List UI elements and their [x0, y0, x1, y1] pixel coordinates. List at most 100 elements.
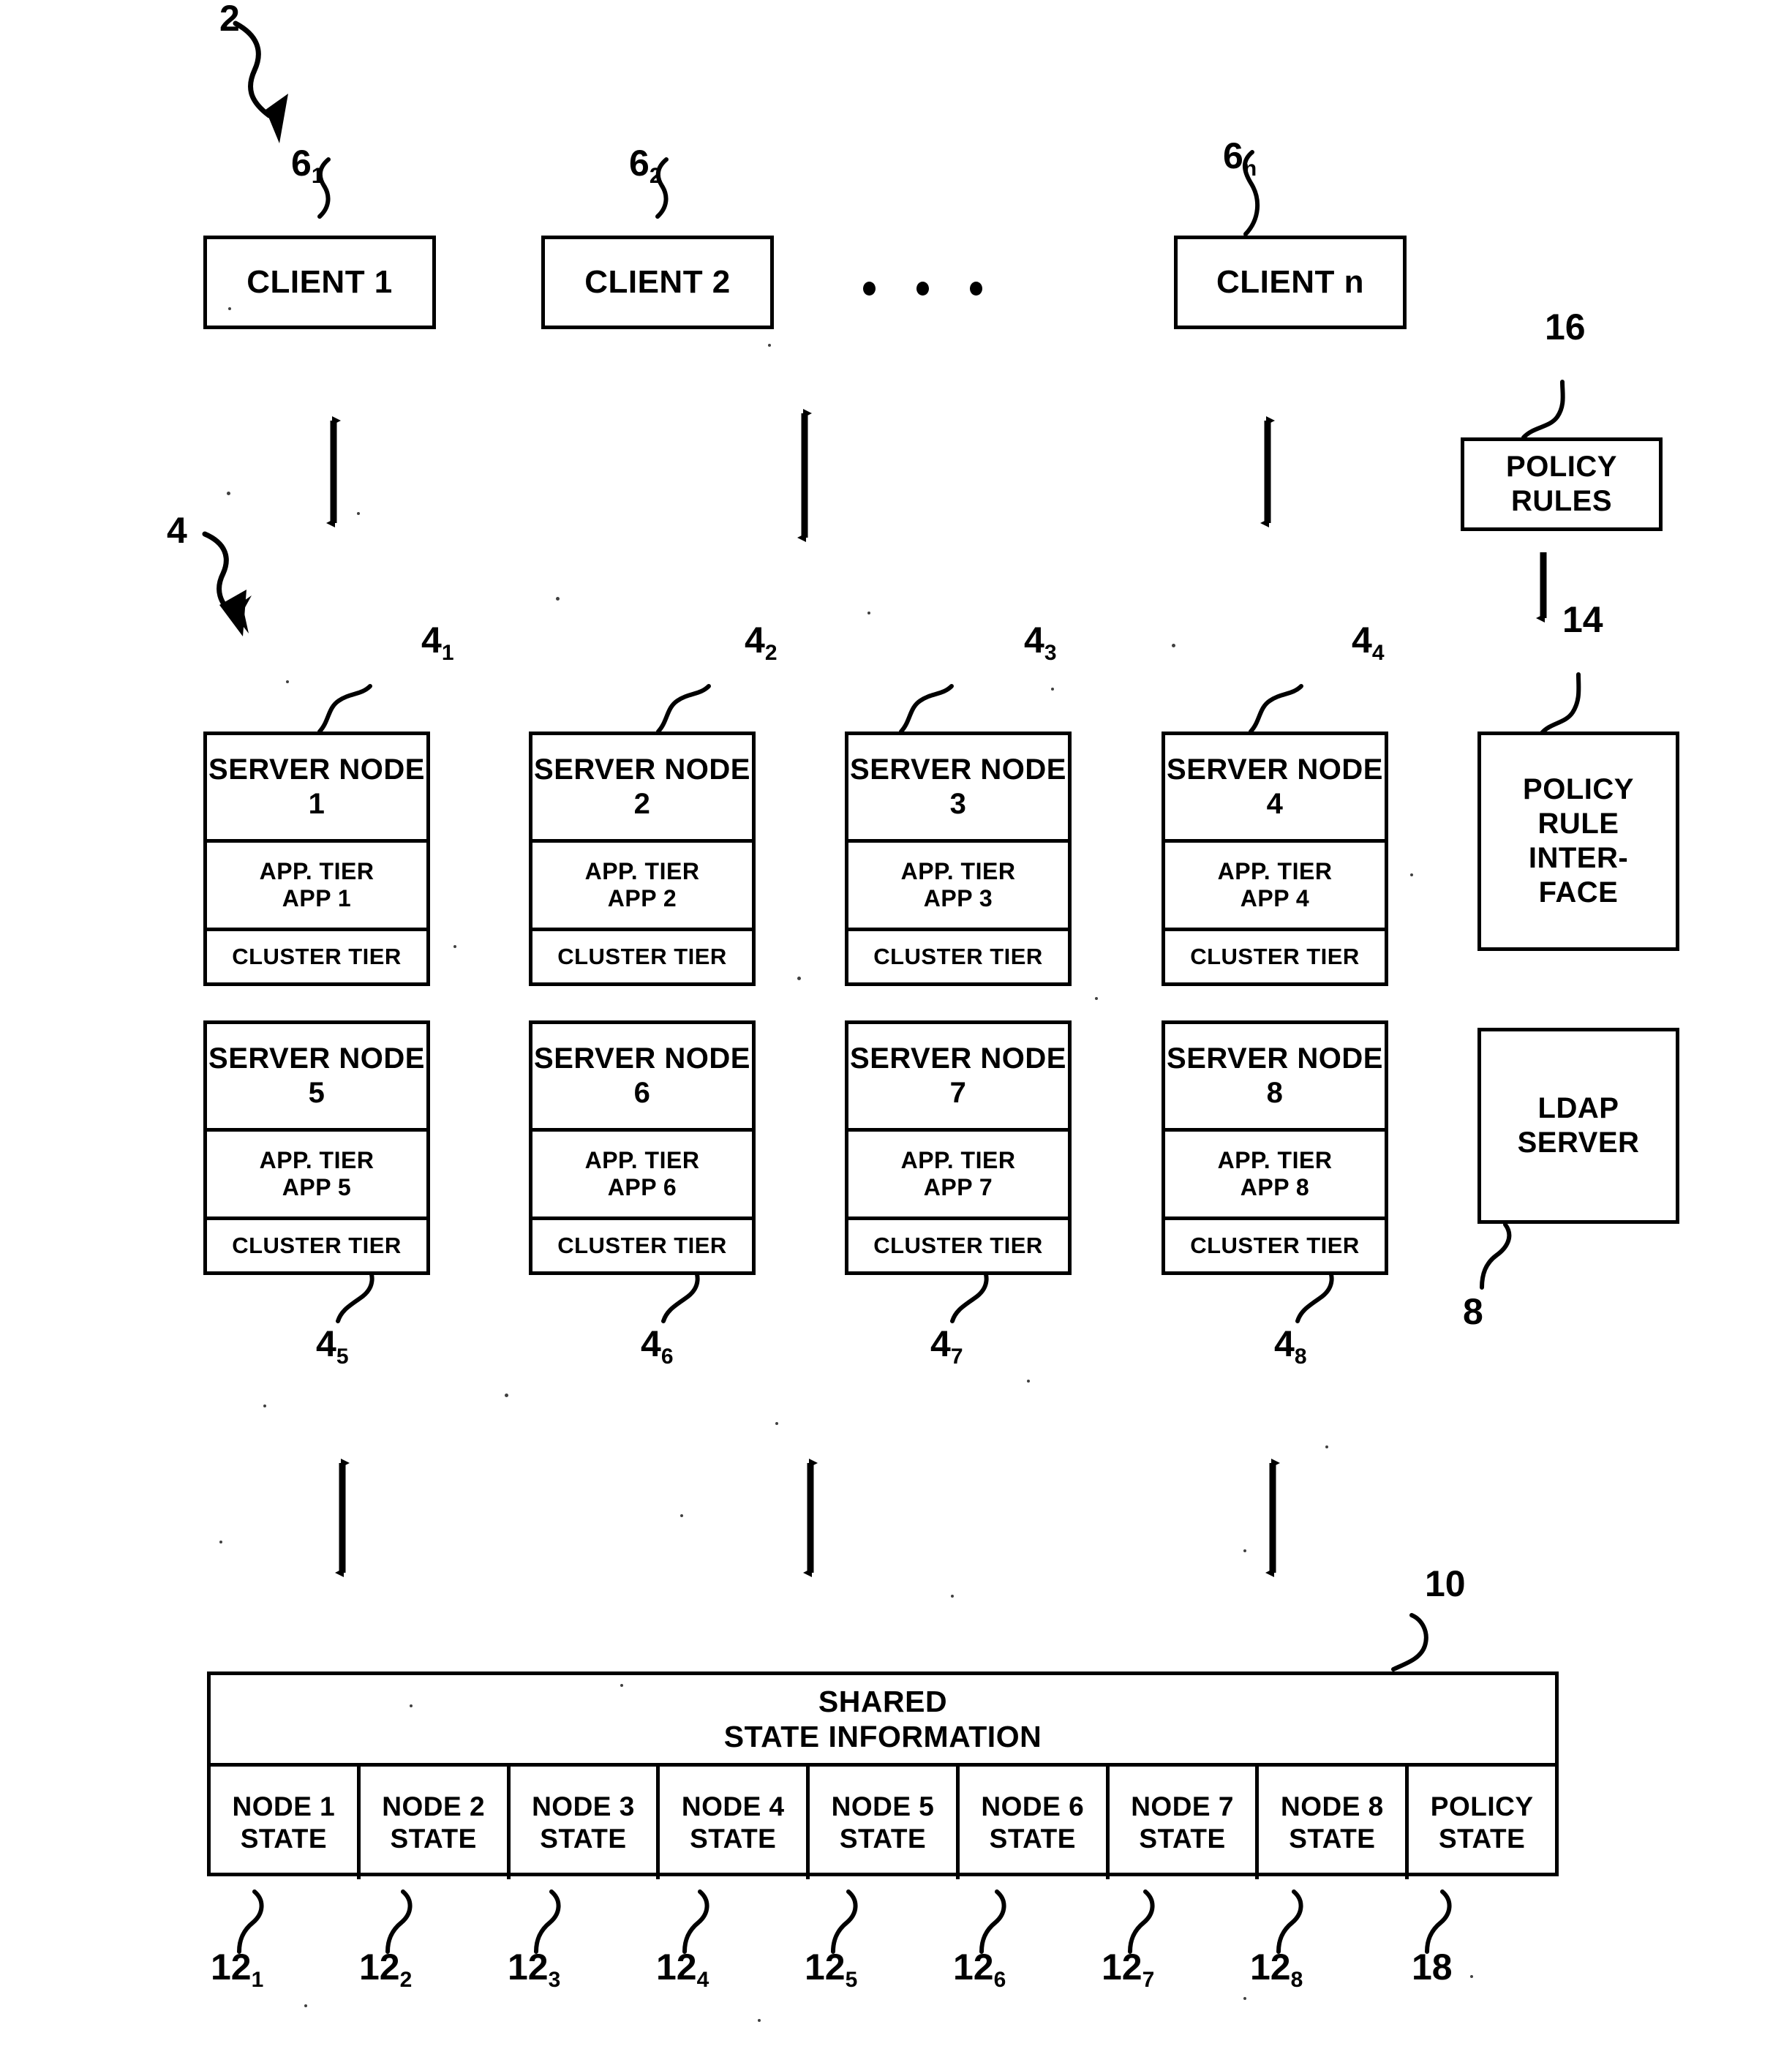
state-cell-node-4-line2: STATE [690, 1824, 777, 1854]
ref-state-cell-3: 123 [508, 1947, 560, 1991]
ref-server-node-6: 46 [641, 1323, 674, 1368]
server-node-8-cluster-tier: CLUSTER TIER [1165, 1220, 1385, 1271]
ref-policy-rules-16: 16 [1545, 307, 1586, 347]
client-box-1[interactable]: CLIENT 1 [203, 236, 436, 329]
shared-state-title-line1: SHARED [818, 1684, 948, 1718]
shared-state-information-box[interactable]: SHARED STATE INFORMATION NODE 1 STATE NO… [207, 1671, 1559, 1879]
server-node-4-cluster-tier: CLUSTER TIER [1165, 931, 1385, 982]
policy-rule-interface-line1: POLICY [1523, 772, 1634, 805]
ref-server-node-3-num: 4 [1024, 620, 1044, 661]
ref-state-cell-4: 124 [656, 1949, 709, 1991]
policy-rules-box[interactable]: POLICY RULES [1461, 437, 1663, 531]
server-node-box-8[interactable]: SERVER NODE 8 APP. TIER APP 8 CLUSTER TI… [1162, 1020, 1388, 1275]
state-cell-node-6[interactable]: NODE 6 STATE [960, 1767, 1110, 1879]
server-node-7-title: SERVER NODE 7 [848, 1024, 1068, 1132]
server-node-6-app-tier-label: APP. TIER [584, 1146, 700, 1173]
ref-state-cell-5-num: 12 [805, 1947, 846, 1988]
server-node-3-cluster-tier: CLUSTER TIER [848, 931, 1068, 982]
ref-client-2-num: 6 [629, 143, 650, 184]
server-node-2-app-tier: APP. TIER APP 2 [532, 843, 752, 932]
state-cell-node-7-line2: STATE [1139, 1824, 1226, 1854]
ref-server-node-8-num: 4 [1274, 1323, 1295, 1364]
state-cell-policy[interactable]: POLICY STATE [1409, 1767, 1555, 1879]
server-node-2-app-label: APP 2 [607, 885, 677, 912]
ref-server-node-6-num: 4 [641, 1323, 661, 1364]
shared-state-title-line2: STATE INFORMATION [723, 1720, 1042, 1753]
ref-state-cell-1-num: 12 [211, 1947, 252, 1988]
client-box-2[interactable]: CLIENT 2 [541, 236, 774, 329]
leader-server-node-3 [899, 684, 954, 734]
ref-state-cell-1: 121 [211, 1947, 263, 1991]
bidirectional-arrows-servers-sharedstate [335, 1459, 1280, 1577]
server-node-3-cluster-tier-label: CLUSTER TIER [873, 943, 1043, 969]
server-node-box-7[interactable]: SERVER NODE 7 APP. TIER APP 7 CLUSTER TI… [845, 1020, 1072, 1275]
client-box-1-label: CLIENT 1 [246, 264, 393, 301]
server-node-7-app-tier: APP. TIER APP 7 [848, 1132, 1068, 1221]
ref-state-cell-8-num: 12 [1250, 1947, 1291, 1988]
state-cell-node-2[interactable]: NODE 2 STATE [361, 1767, 511, 1879]
ref-server-node-6-sub: 6 [660, 1345, 674, 1369]
server-node-4-app-label: APP 4 [1240, 885, 1310, 912]
server-node-6-title: SERVER NODE 6 [532, 1024, 752, 1132]
server-node-7-title-label: SERVER NODE 7 [850, 1042, 1066, 1110]
ref-state-cell-policy-18: 18 [1412, 1949, 1453, 1985]
ref-client-2: 62 [629, 143, 662, 187]
server-node-4-title: SERVER NODE 4 [1165, 735, 1385, 843]
client-box-n-label: CLIENT n [1216, 264, 1364, 301]
client-box-2-label: CLIENT 2 [584, 264, 731, 301]
state-cell-node-3-line2: STATE [540, 1824, 627, 1854]
ref-state-cell-2: 122 [359, 1949, 412, 1991]
ref-server-node-5: 45 [316, 1325, 349, 1368]
state-cell-node-4[interactable]: NODE 4 STATE [660, 1767, 810, 1879]
ref-client-n-sub: n [1243, 157, 1257, 181]
ellipsis-dot-1 [863, 282, 876, 296]
ref-state-cell-4-sub: 4 [696, 1968, 709, 1992]
server-node-6-app-tier: APP. TIER APP 6 [532, 1132, 752, 1221]
ref-state-cell-6-sub: 6 [993, 1968, 1006, 1992]
state-cell-node-7[interactable]: NODE 7 STATE [1110, 1767, 1260, 1879]
leader-server-node-2 [656, 684, 711, 734]
ldap-server-box[interactable]: LDAP SERVER [1477, 1028, 1679, 1224]
state-cell-node-8[interactable]: NODE 8 STATE [1259, 1767, 1409, 1879]
ref-server-node-1: 41 [421, 622, 454, 664]
leader-state-cells [237, 1889, 1452, 1954]
ref-server-node-7: 47 [930, 1325, 963, 1368]
state-cell-node-5-line1: NODE 5 [831, 1791, 935, 1822]
ref-server-node-2: 42 [745, 622, 778, 664]
server-node-box-2[interactable]: SERVER NODE 2 APP. TIER APP 2 CLUSTER TI… [529, 732, 756, 986]
policy-rule-interface-line3: INTER- [1528, 842, 1629, 874]
server-node-box-1[interactable]: SERVER NODE 1 APP. TIER APP 1 CLUSTER TI… [203, 732, 430, 986]
server-node-box-4[interactable]: SERVER NODE 4 APP. TIER APP 4 CLUSTER TI… [1162, 732, 1388, 986]
ref-state-cell-6: 126 [953, 1949, 1006, 1991]
state-cell-node-1[interactable]: NODE 1 STATE [211, 1767, 361, 1879]
shared-state-title: SHARED STATE INFORMATION [211, 1675, 1555, 1767]
server-node-3-app-tier: APP. TIER APP 3 [848, 843, 1068, 932]
ldap-line2: SERVER [1517, 1127, 1640, 1159]
state-cell-node-3[interactable]: NODE 3 STATE [511, 1767, 660, 1879]
ref-server-node-2-sub: 2 [764, 641, 778, 665]
server-node-6-app-label: APP 6 [607, 1174, 677, 1201]
server-node-box-6[interactable]: SERVER NODE 6 APP. TIER APP 6 CLUSTER TI… [529, 1020, 756, 1275]
server-node-box-3[interactable]: SERVER NODE 3 APP. TIER APP 3 CLUSTER TI… [845, 732, 1072, 986]
ref-client-1: 61 [291, 145, 324, 187]
state-cell-node-1-line1: NODE 1 [232, 1791, 336, 1822]
server-node-1-app-label: APP 1 [282, 885, 352, 912]
server-node-8-app-tier: APP. TIER APP 8 [1165, 1132, 1385, 1221]
ref-state-cell-7-sub: 7 [1142, 1968, 1155, 1992]
server-node-box-5[interactable]: SERVER NODE 5 APP. TIER APP 5 CLUSTER TI… [203, 1020, 430, 1275]
ref-server-node-3: 43 [1024, 620, 1057, 664]
state-cell-node-5[interactable]: NODE 5 STATE [810, 1767, 960, 1879]
server-node-7-app-tier-label: APP. TIER [900, 1146, 1016, 1173]
server-node-7-cluster-tier: CLUSTER TIER [848, 1220, 1068, 1271]
policy-rule-interface-box[interactable]: POLICY RULE INTER- FACE [1477, 732, 1679, 951]
ref-server-node-4-sub: 4 [1371, 641, 1385, 665]
server-node-6-cluster-tier-label: CLUSTER TIER [557, 1232, 727, 1258]
state-cell-node-8-line2: STATE [1289, 1824, 1376, 1854]
server-node-3-app-tier-label: APP. TIER [900, 857, 1016, 884]
policy-rules-line2: RULES [1510, 485, 1613, 517]
client-box-n[interactable]: CLIENT n [1174, 236, 1407, 329]
leader-system-2 [233, 20, 288, 143]
ref-state-cell-3-num: 12 [508, 1947, 549, 1988]
ref-state-cell-5-sub: 5 [845, 1968, 858, 1992]
state-cell-node-1-line2: STATE [240, 1824, 328, 1854]
